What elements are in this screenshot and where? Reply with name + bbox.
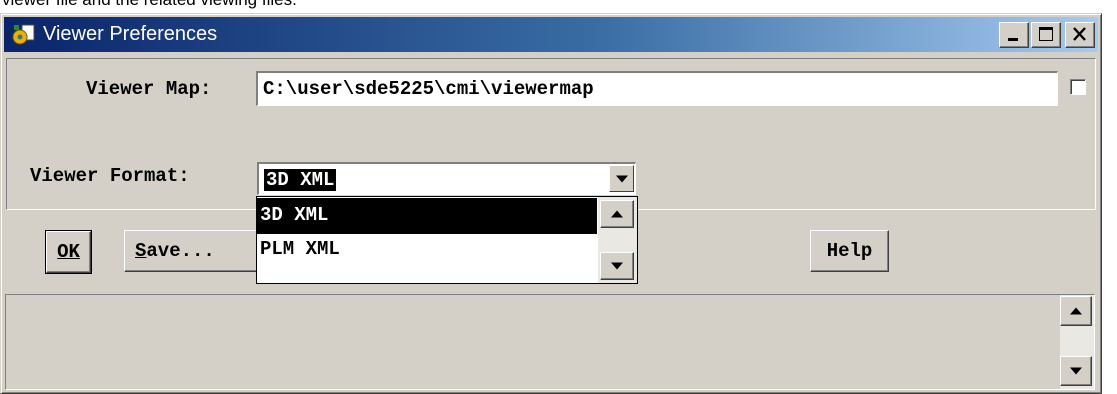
viewer-map-label: Viewer Map: (86, 78, 212, 100)
dropdown-scrollbar[interactable] (598, 197, 637, 283)
help-button-label: Help (826, 240, 873, 262)
message-scroll-down-button[interactable] (1060, 356, 1092, 386)
ok-button[interactable]: OK (46, 231, 91, 273)
close-icon (1073, 27, 1086, 41)
dropdown-option-plm-xml[interactable]: PLM XML (257, 232, 597, 268)
arrow-down-icon (611, 262, 623, 270)
viewer-map-value: C:\user\sde5225\cmi\viewermap (263, 78, 594, 100)
ok-button-label: OK (57, 241, 80, 263)
scroll-up-button[interactable] (600, 200, 634, 228)
close-button[interactable] (1065, 22, 1095, 48)
viewer-format-combobox[interactable]: 3D XML (257, 162, 636, 195)
dropdown-option-3d-xml[interactable]: 3D XML (257, 198, 597, 234)
minimize-icon (1008, 38, 1018, 41)
arrow-down-icon (1070, 367, 1082, 375)
arrow-up-icon (611, 210, 623, 218)
maximize-icon (1039, 27, 1053, 41)
minimize-button[interactable] (999, 22, 1029, 48)
save-button-label: Save... (135, 240, 215, 262)
document-text-fragment: viewer file and the related viewing file… (2, 0, 297, 12)
title-bar[interactable]: Viewer Preferences (4, 17, 1098, 52)
chevron-down-icon (615, 175, 628, 182)
viewer-map-field[interactable]: C:\user\sde5225\cmi\viewermap (256, 71, 1058, 106)
viewer-format-label: Viewer Format: (30, 165, 190, 187)
scroll-down-button[interactable] (600, 252, 634, 280)
message-scrollbar[interactable] (1060, 295, 1094, 389)
message-scroll-up-button[interactable] (1060, 296, 1092, 326)
message-area[interactable] (5, 294, 1095, 390)
arrow-up-icon (1070, 307, 1082, 315)
maximize-button[interactable] (1031, 22, 1061, 48)
app-gear-document-icon (11, 22, 37, 48)
viewer-map-checkbox[interactable] (1070, 79, 1086, 95)
caption-buttons (999, 22, 1095, 48)
viewer-format-selected-value: 3D XML (264, 169, 337, 191)
combo-dropdown-button[interactable] (609, 165, 634, 192)
save-button[interactable]: Save... (124, 230, 264, 272)
help-button[interactable]: Help (810, 230, 889, 272)
viewer-format-dropdown-list: 3D XML PLM XML (256, 196, 638, 284)
window-title: Viewer Preferences (43, 23, 218, 45)
